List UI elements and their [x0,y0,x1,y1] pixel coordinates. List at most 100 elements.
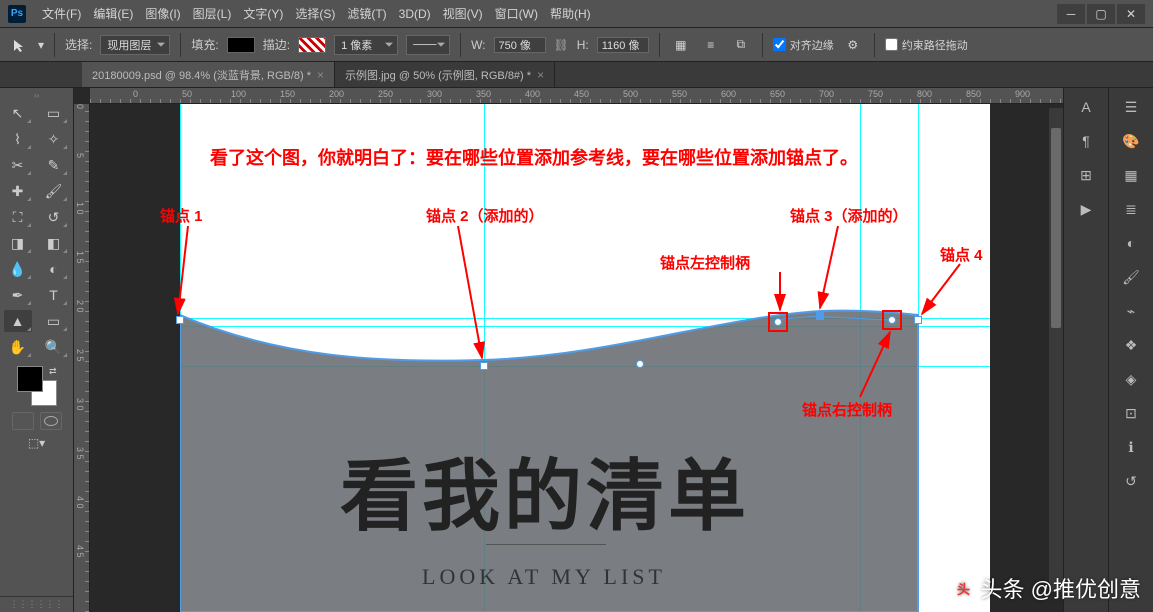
segment-midpoint[interactable] [636,360,644,368]
vertical-scrollbar[interactable] [1049,108,1063,592]
constrain-path-checkbox[interactable]: 约束路径拖动 [885,37,968,53]
stroke-label: 描边: [263,36,290,53]
menu-帮助h[interactable]: 帮助(H) [544,7,597,21]
screen-mode-icon[interactable]: ⬚▾ [28,436,45,450]
annotation-anchor4: 锚点 4 [940,244,983,265]
menu-3dd[interactable]: 3D(D) [393,7,437,21]
toolbox-handle[interactable]: ›› [0,90,73,100]
minimize-button[interactable]: ─ [1057,4,1085,24]
stroke-width-dropdown[interactable]: 1 像素 [334,35,398,55]
height-label: H: [577,38,589,52]
brush-panel-icon[interactable]: 🖌 [1118,266,1144,288]
move-tool-indicator[interactable] [8,34,30,56]
align-edges-checkbox[interactable]: 对齐边缘 [773,37,834,53]
eyedropper-tool[interactable]: ✎ [40,154,68,176]
height-field[interactable] [597,37,649,53]
menu-选择s[interactable]: 选择(S) [289,7,341,21]
stroke-swatch[interactable] [298,37,326,53]
adjust-panel-icon[interactable]: ◐ [1118,232,1144,254]
eraser-tool[interactable]: ◨ [4,232,32,254]
toolbox: ›› ↖▭⌇✧✂✎✚🖌⛶↺◨◧💧◐✒T▲▭✋🔍 ⇄ ⬚▾ ⋮⋮⋮⋮⋮⋮ [0,88,74,612]
close-tab-icon[interactable]: × [537,68,544,82]
dodge-tool[interactable]: ◐ [40,258,68,280]
layers-panel-icon[interactable]: ≣ [1118,198,1144,220]
pen-tool[interactable]: ✒ [4,284,32,306]
magic-wand-tool[interactable]: ✧ [40,128,68,150]
ruler-horizontal[interactable]: 0501001502002503003504004505005506006507… [90,88,1063,104]
glyphs-panel-icon[interactable]: ❖ [1118,334,1144,356]
path-ops-icon[interactable]: ▦ [670,34,692,56]
menu-编辑e[interactable]: 编辑(E) [87,7,139,21]
paths-panel-icon[interactable]: ⌁ [1118,300,1144,322]
swap-colors-icon[interactable]: ⇄ [49,366,57,377]
brush-tool[interactable]: 🖌 [40,180,68,202]
foreground-color[interactable] [17,366,43,392]
ruler-vertical[interactable]: 051 01 52 02 53 03 54 04 5 [74,104,90,612]
annotation-right-handle: 锚点右控制柄 [802,399,892,420]
rect-marquee-tool[interactable]: ▭ [40,102,68,124]
anchor-4[interactable] [914,316,922,324]
canvas[interactable]: 看我的清单 LOOK AT MY LIST 看了这个图，你就明白了：要在哪些位置… [90,104,1063,612]
palette-panel-icon[interactable]: 🎨 [1118,130,1144,152]
zoom-tool[interactable]: 🔍 [40,336,68,358]
path-select-tool[interactable]: ▲ [4,310,32,332]
app-logo: Ps [8,5,26,23]
shape-tool[interactable]: ▭ [40,310,68,332]
healing-tool[interactable]: ✚ [4,180,32,202]
history-brush-tool[interactable]: ↺ [40,206,68,228]
anchor-3[interactable] [816,312,824,320]
close-tab-icon[interactable]: × [317,68,324,82]
anchor-1[interactable] [176,316,184,324]
history-panel-icon[interactable]: ↺ [1118,470,1144,492]
menu-文字y[interactable]: 文字(Y) [237,7,289,21]
gradient-tool[interactable]: ◧ [40,232,68,254]
width-field[interactable] [494,37,546,53]
menu-视图v[interactable]: 视图(V) [437,7,489,21]
options-bar: ▾ 选择: 现用图层 填充: 描边: 1 像素 ─── W: ⛓ H: ▦ ≡ … [0,28,1153,62]
3d-panel-icon[interactable]: ◈ [1118,368,1144,390]
close-button[interactable]: ✕ [1117,4,1145,24]
play-panel-icon[interactable]: ▶ [1073,198,1099,220]
select-label: 选择: [65,36,92,53]
watermark: 头 头条 @推优创意 [953,572,1141,604]
move-tool[interactable]: ↖ [4,102,32,124]
sliders-panel-icon[interactable]: ☰ [1118,96,1144,118]
color-swatches[interactable]: ⇄ [17,366,57,406]
crop-tool[interactable]: ✂ [4,154,32,176]
document: 看我的清单 LOOK AT MY LIST [180,104,990,612]
nav-panel-icon[interactable]: ⊡ [1118,402,1144,424]
¶-panel-icon[interactable]: ¶ [1073,130,1099,152]
type-tool[interactable]: T [40,284,68,306]
standard-mode-icon[interactable] [12,412,34,430]
A-panel-icon[interactable]: A [1073,96,1099,118]
document-tab[interactable]: 示例图.jpg @ 50% (示例图, RGB/8#) *× [335,62,555,87]
lasso-tool[interactable]: ⌇ [4,128,32,150]
canvas-subtitle: LOOK AT MY LIST [422,564,666,590]
canvas-title: 看我的清单 [340,434,750,546]
stamp-tool[interactable]: ⛶ [4,206,32,228]
select-layer-dropdown[interactable]: 现用图层 [100,35,170,55]
hand-tool[interactable]: ✋ [4,336,32,358]
menu-窗口w[interactable]: 窗口(W) [489,7,544,21]
anchor-2[interactable] [480,362,488,370]
menu-滤镜t[interactable]: 滤镜(T) [341,7,392,21]
link-icon[interactable]: ⛓ [554,38,569,52]
document-tab[interactable]: 20180009.psd @ 98.4% (淡蓝背景, RGB/8) *× [82,61,335,87]
annotation-anchor3: 锚点 3（添加的） [790,205,908,226]
menu-文件f[interactable]: 文件(F) [36,7,87,21]
arrange-icon[interactable]: ⧉ [730,34,752,56]
align-icon[interactable]: ≡ [700,34,722,56]
info-panel-icon[interactable]: ℹ [1118,436,1144,458]
gear-icon[interactable]: ⚙ [842,34,864,56]
blur-tool[interactable]: 💧 [4,258,32,280]
menu-图层l[interactable]: 图层(L) [187,7,238,21]
quickmask-icon[interactable] [40,412,62,430]
stroke-style-dropdown[interactable]: ─── [406,35,450,55]
fill-swatch[interactable] [227,37,255,53]
menu-bar: Ps 文件(F)编辑(E)图像(I)图层(L)文字(Y)选择(S)滤镜(T)3D… [0,0,1153,28]
rulers-panel-icon[interactable]: ⊞ [1073,164,1099,186]
maximize-button[interactable]: ▢ [1087,4,1115,24]
annotation-intro: 看了这个图，你就明白了：要在哪些位置添加参考线，要在哪些位置添加锚点了。 [210,144,990,170]
swatches-panel-icon[interactable]: ▦ [1118,164,1144,186]
menu-图像i[interactable]: 图像(I) [139,7,186,21]
